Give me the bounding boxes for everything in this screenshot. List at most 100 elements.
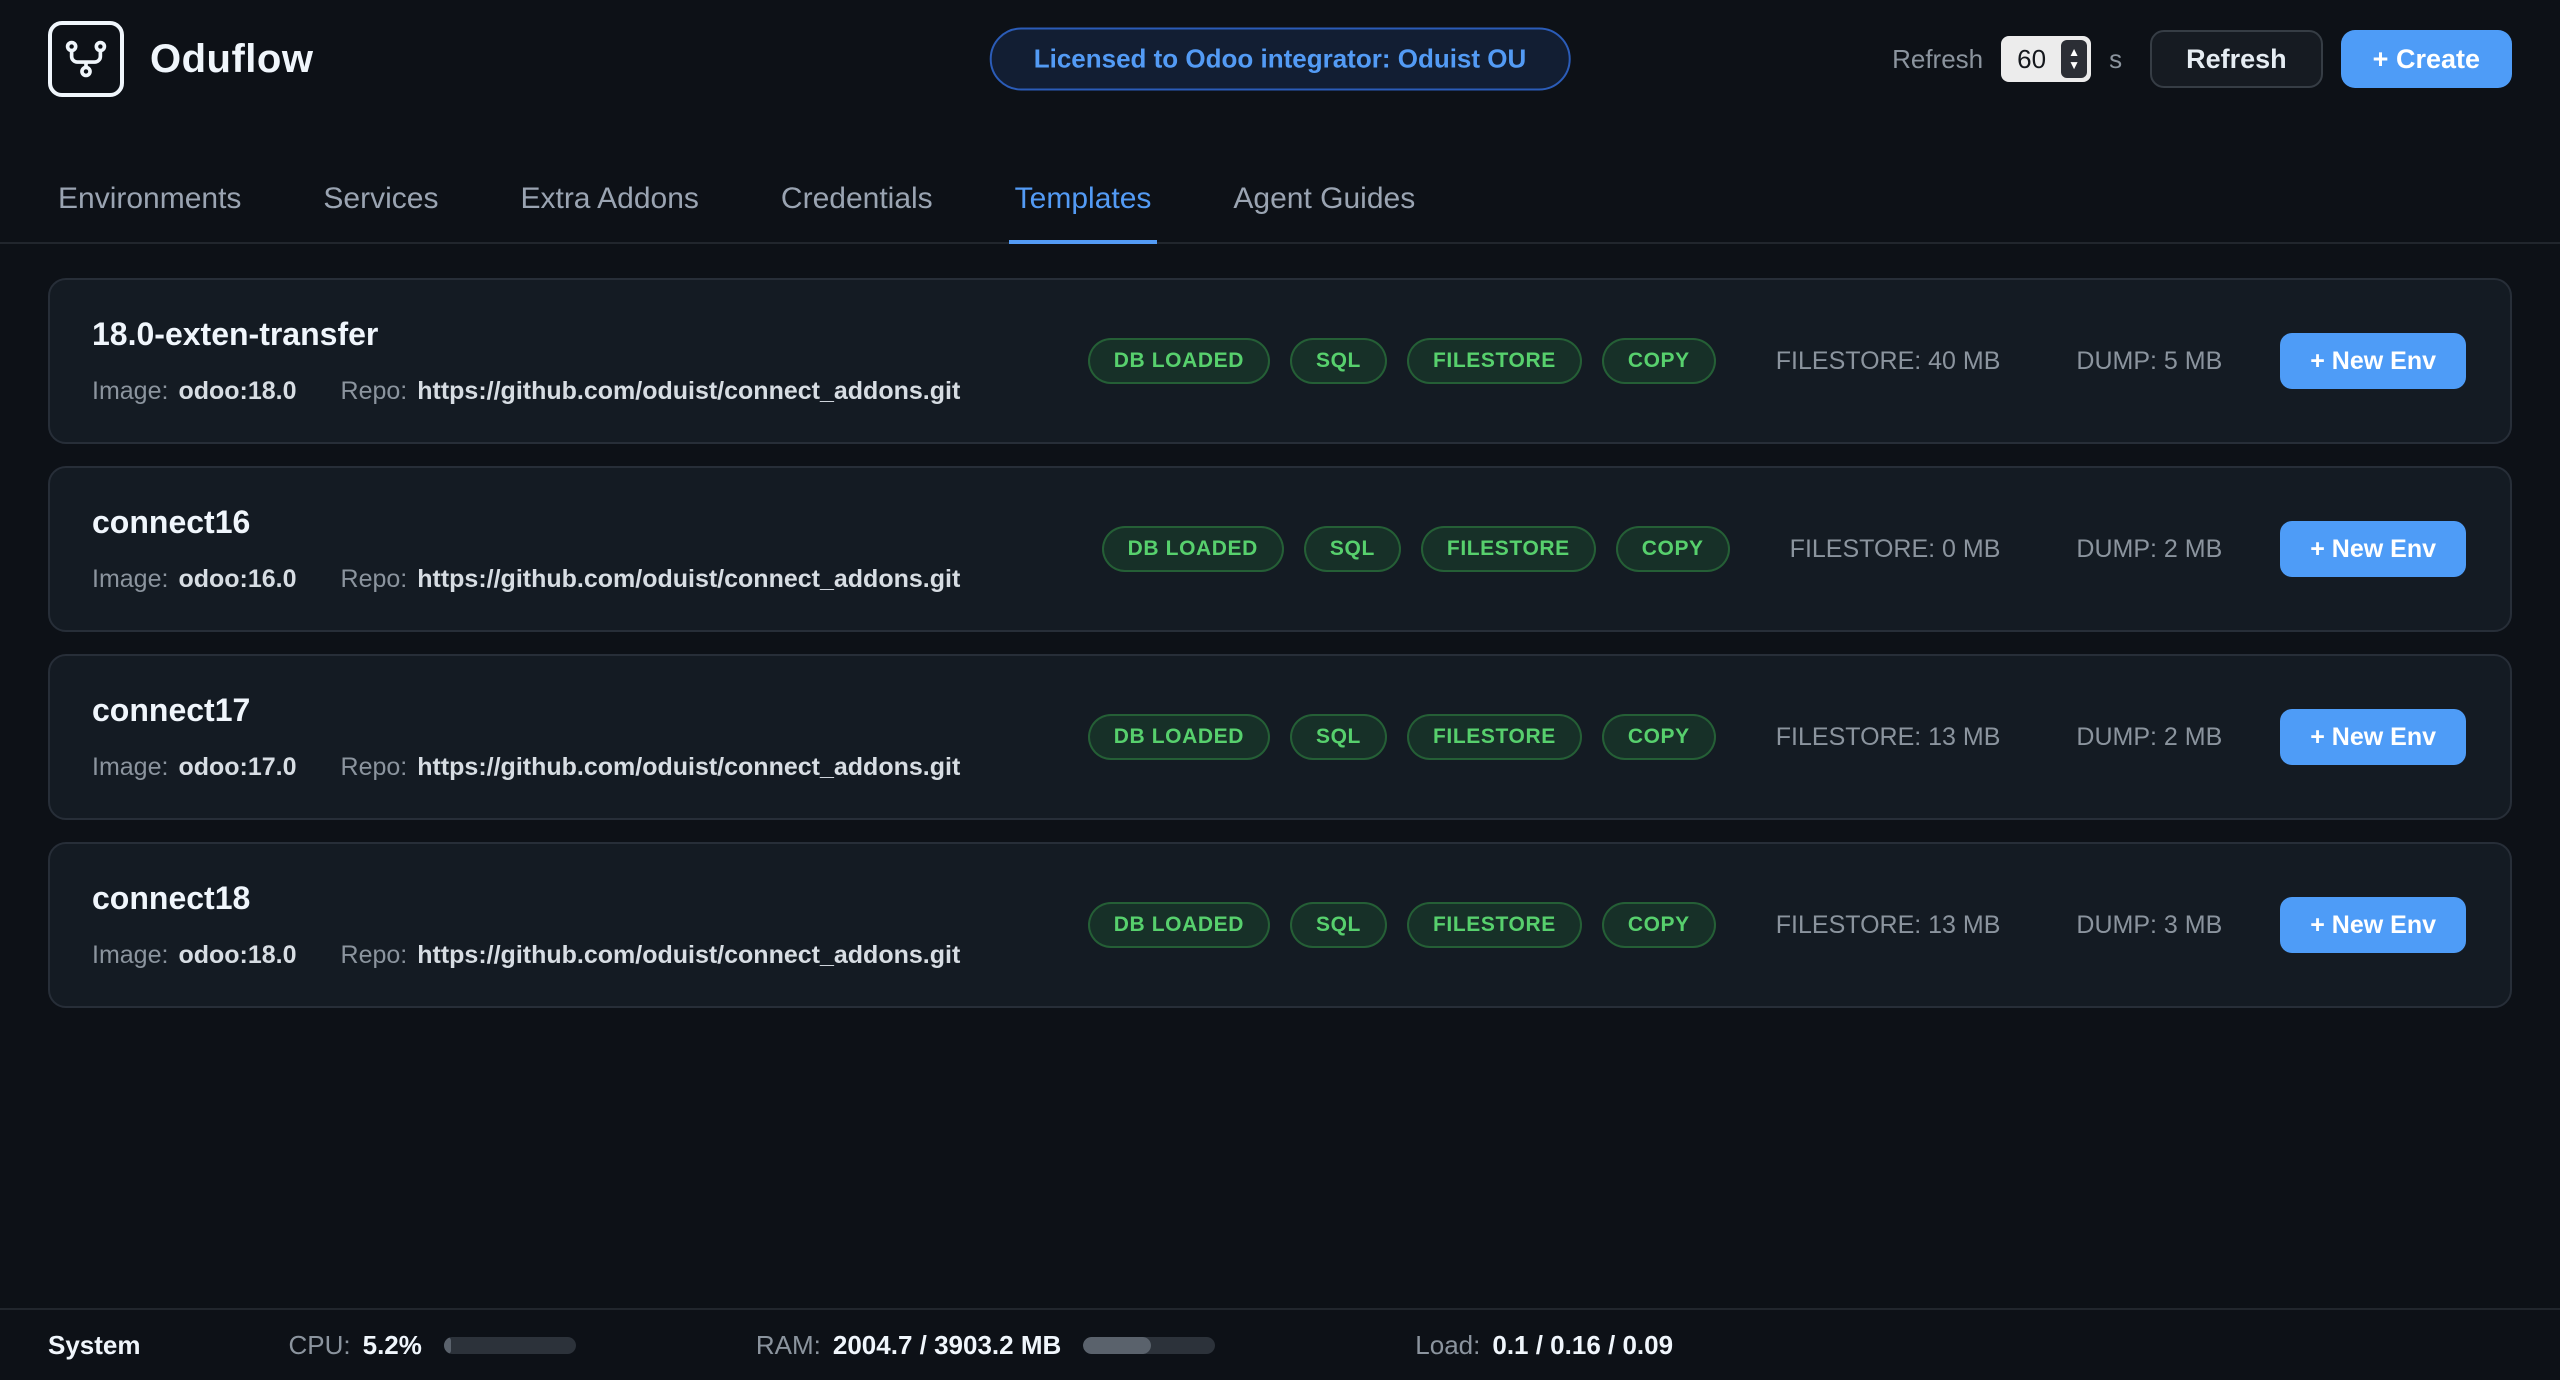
filestore-size: FILESTORE: 0 MB: [1790, 535, 2001, 564]
tab-templates[interactable]: Templates: [1009, 182, 1158, 244]
image-value: odoo:18.0: [178, 941, 296, 970]
filestore-size: FILESTORE: 13 MB: [1776, 723, 2001, 752]
badge-sql[interactable]: SQL: [1290, 338, 1387, 384]
badge-copy[interactable]: COPY: [1602, 902, 1716, 948]
tab-services[interactable]: Services: [317, 182, 444, 244]
load-status: Load: 0.1 / 0.16 / 0.09: [1415, 1330, 1673, 1361]
repo-value: https://github.com/oduist/connect_addons…: [417, 565, 960, 594]
badge-group: DB LOADED SQL FILESTORE COPY: [1088, 902, 1716, 948]
template-meta: Image: odoo:18.0 Repo: https://github.co…: [92, 941, 1088, 970]
badge-group: DB LOADED SQL FILESTORE COPY: [1102, 526, 1730, 572]
cpu-value: 5.2%: [363, 1330, 422, 1361]
image-label: Image:: [92, 941, 168, 970]
create-button[interactable]: + Create: [2341, 30, 2512, 88]
system-status-bar: System CPU: 5.2% RAM: 2004.7 / 3903.2 MB…: [0, 1308, 2560, 1380]
template-info: connect16 Image: odoo:16.0 Repo: https:/…: [92, 504, 1102, 594]
template-info: connect18 Image: odoo:18.0 Repo: https:/…: [92, 880, 1088, 970]
header-controls: Refresh 60 ▲▼ s Refresh + Create: [1892, 30, 2512, 88]
repo-value: https://github.com/oduist/connect_addons…: [417, 753, 960, 782]
load-value: 0.1 / 0.16 / 0.09: [1492, 1330, 1673, 1361]
badge-db-loaded: DB LOADED: [1088, 714, 1270, 760]
badge-copy[interactable]: COPY: [1616, 526, 1730, 572]
badge-copy[interactable]: COPY: [1602, 714, 1716, 760]
image-value: odoo:16.0: [178, 565, 296, 594]
template-meta: Image: odoo:18.0 Repo: https://github.co…: [92, 377, 1088, 406]
tab-agent-guides[interactable]: Agent Guides: [1227, 182, 1421, 244]
new-env-button[interactable]: + New Env: [2280, 521, 2466, 577]
badge-sql[interactable]: SQL: [1290, 714, 1387, 760]
ram-meter: [1083, 1337, 1215, 1354]
template-actions: DB LOADED SQL FILESTORE COPY FILESTORE: …: [1088, 897, 2466, 953]
ram-label: RAM:: [756, 1330, 821, 1361]
image-value: odoo:18.0: [178, 377, 296, 406]
filestore-size: FILESTORE: 13 MB: [1776, 911, 2001, 940]
template-card: connect16 Image: odoo:16.0 Repo: https:/…: [48, 466, 2512, 632]
badge-filestore[interactable]: FILESTORE: [1407, 338, 1582, 384]
template-actions: DB LOADED SQL FILESTORE COPY FILESTORE: …: [1102, 521, 2466, 577]
badge-db-loaded: DB LOADED: [1102, 526, 1284, 572]
badge-group: DB LOADED SQL FILESTORE COPY: [1088, 338, 1716, 384]
refresh-unit-label: s: [2109, 44, 2122, 75]
cpu-meter-fill: [444, 1337, 451, 1354]
repo-group: Repo: https://github.com/oduist/connect_…: [341, 565, 961, 594]
repo-value: https://github.com/oduist/connect_addons…: [417, 377, 960, 406]
template-list: 18.0-exten-transfer Image: odoo:18.0 Rep…: [0, 244, 2560, 1008]
template-meta: Image: odoo:16.0 Repo: https://github.co…: [92, 565, 1102, 594]
stepper-down-icon[interactable]: ▼: [2068, 59, 2080, 72]
header: Oduflow Licensed to Odoo integrator: Odu…: [0, 0, 2560, 118]
dump-size: DUMP: 2 MB: [2076, 535, 2222, 564]
cpu-meter: [444, 1337, 576, 1354]
dump-size: DUMP: 3 MB: [2076, 911, 2222, 940]
template-card: connect18 Image: odoo:18.0 Repo: https:/…: [48, 842, 2512, 1008]
system-label: System: [48, 1330, 141, 1361]
template-card: connect17 Image: odoo:17.0 Repo: https:/…: [48, 654, 2512, 820]
badge-db-loaded: DB LOADED: [1088, 338, 1270, 384]
badge-filestore[interactable]: FILESTORE: [1407, 902, 1582, 948]
template-info: connect17 Image: odoo:17.0 Repo: https:/…: [92, 692, 1088, 782]
load-label: Load:: [1415, 1330, 1480, 1361]
repo-label: Repo:: [341, 941, 408, 970]
repo-value: https://github.com/oduist/connect_addons…: [417, 941, 960, 970]
badge-copy[interactable]: COPY: [1602, 338, 1716, 384]
git-network-icon: [63, 36, 109, 82]
repo-label: Repo:: [341, 377, 408, 406]
refresh-interval-label: Refresh: [1892, 44, 1983, 75]
dump-size: DUMP: 5 MB: [2076, 347, 2222, 376]
refresh-button[interactable]: Refresh: [2150, 30, 2323, 88]
number-stepper[interactable]: ▲▼: [2061, 40, 2087, 78]
badge-sql[interactable]: SQL: [1304, 526, 1401, 572]
app: Oduflow Licensed to Odoo integrator: Odu…: [0, 0, 2560, 1380]
app-title: Oduflow: [150, 37, 313, 82]
cpu-label: CPU:: [289, 1330, 351, 1361]
repo-group: Repo: https://github.com/oduist/connect_…: [341, 753, 961, 782]
tab-extra-addons[interactable]: Extra Addons: [514, 182, 704, 244]
ram-status: RAM: 2004.7 / 3903.2 MB: [756, 1330, 1215, 1361]
dump-size: DUMP: 2 MB: [2076, 723, 2222, 752]
app-logo: [48, 21, 124, 97]
new-env-button[interactable]: + New Env: [2280, 897, 2466, 953]
filestore-size: FILESTORE: 40 MB: [1776, 347, 2001, 376]
template-name: 18.0-exten-transfer: [92, 316, 1088, 353]
refresh-interval-value: 60: [2017, 44, 2046, 75]
repo-label: Repo:: [341, 565, 408, 594]
badge-filestore[interactable]: FILESTORE: [1407, 714, 1582, 760]
new-env-button[interactable]: + New Env: [2280, 333, 2466, 389]
ram-value: 2004.7 / 3903.2 MB: [833, 1330, 1061, 1361]
badge-sql[interactable]: SQL: [1290, 902, 1387, 948]
template-meta: Image: odoo:17.0 Repo: https://github.co…: [92, 753, 1088, 782]
template-actions: DB LOADED SQL FILESTORE COPY FILESTORE: …: [1088, 709, 2466, 765]
new-env-button[interactable]: + New Env: [2280, 709, 2466, 765]
template-name: connect16: [92, 504, 1102, 541]
tab-environments[interactable]: Environments: [52, 182, 247, 244]
repo-group: Repo: https://github.com/oduist/connect_…: [341, 377, 961, 406]
image-label: Image:: [92, 753, 168, 782]
template-info: 18.0-exten-transfer Image: odoo:18.0 Rep…: [92, 316, 1088, 406]
badge-db-loaded: DB LOADED: [1088, 902, 1270, 948]
license-badge: Licensed to Odoo integrator: Oduist OU: [990, 28, 1571, 91]
badge-filestore[interactable]: FILESTORE: [1421, 526, 1596, 572]
badge-group: DB LOADED SQL FILESTORE COPY: [1088, 714, 1716, 760]
cpu-status: CPU: 5.2%: [289, 1330, 576, 1361]
tab-credentials[interactable]: Credentials: [775, 182, 939, 244]
refresh-interval-input[interactable]: 60 ▲▼: [2001, 36, 2091, 82]
template-card: 18.0-exten-transfer Image: odoo:18.0 Rep…: [48, 278, 2512, 444]
